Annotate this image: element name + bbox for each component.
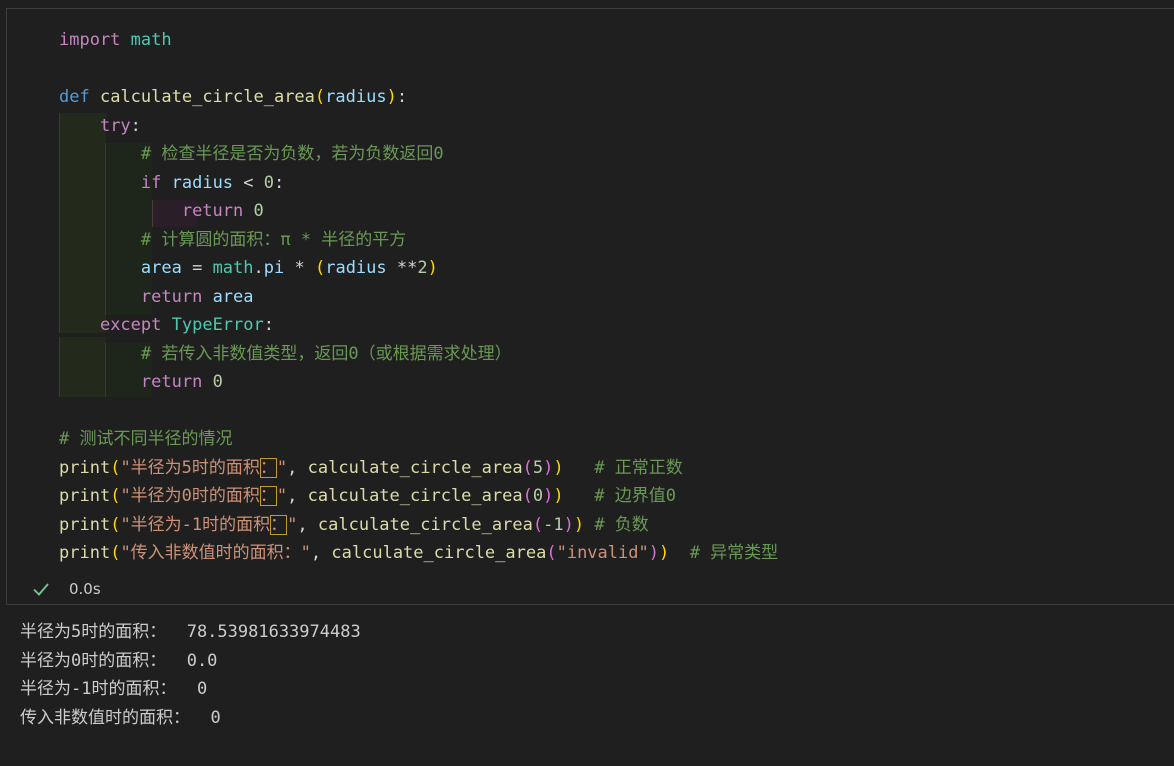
output-line: 半径为5时的面积： 78.53981633974483 [20, 622, 361, 642]
keyword: return [140, 372, 203, 392]
number: 0 [253, 201, 264, 221]
code-line[interactable]: area = math.pi * (radius **2) [59, 254, 438, 282]
parameter: radius [325, 87, 387, 107]
check-icon [33, 583, 49, 596]
variable: radius [325, 258, 387, 278]
function-name: calculate_circle_area [99, 87, 315, 107]
comment: # 负数 [594, 515, 649, 535]
function-name: calculate_circle_area [317, 515, 533, 535]
cell-output: 半径为5时的面积： 78.53981633974483 半径为0时的面积： 0.… [20, 618, 1160, 732]
comment: # 边界值0 [594, 486, 677, 506]
code-line[interactable]: return 0 [59, 368, 223, 396]
code-line[interactable]: import math [59, 26, 172, 54]
code-line[interactable]: # 计算圆的面积：π * 半径的平方 [59, 226, 406, 254]
keyword: def [59, 87, 90, 107]
string: "传入非数值时的面积：" [120, 543, 311, 563]
function-name: print [59, 458, 111, 478]
comment: # 正常正数 [594, 458, 683, 478]
keyword: return [140, 287, 203, 307]
function-name: calculate_circle_area [307, 458, 523, 478]
function-name: print [59, 515, 111, 535]
output-line: 半径为-1时的面积： 0 [20, 679, 208, 699]
code-line[interactable]: # 测试不同半径的情况 [59, 425, 232, 453]
comment: # 异常类型 [689, 543, 779, 563]
comment: # 测试不同半径的情况 [59, 429, 233, 449]
function-name: calculate_circle_area [307, 486, 523, 506]
string: "invalid" [556, 543, 649, 563]
variable: radius [171, 173, 234, 193]
cell-execution-status: 0.0s [31, 577, 101, 601]
code-line[interactable]: return 0 [59, 197, 264, 225]
string: "半径为-1时的面积 [120, 515, 271, 535]
highlighted-char: ： [259, 458, 277, 478]
code-line[interactable]: try: [59, 112, 141, 140]
number: -1 [543, 515, 564, 535]
keyword: except [99, 315, 162, 335]
string: "半径为5时的面积 [120, 458, 260, 478]
class-name: TypeError [171, 315, 264, 335]
execution-time: 0.0s [69, 580, 101, 598]
module-name: math [120, 30, 172, 50]
string: "半径为0时的面积 [120, 486, 260, 506]
code-line[interactable]: # 检查半径是否为负数，若为负数返回0 [59, 140, 444, 168]
code-line[interactable]: return area [59, 283, 254, 311]
code-line[interactable]: def calculate_circle_area(radius): [59, 83, 407, 111]
comment: # 若传入非数值类型，返回0（或根据需求处理） [140, 344, 512, 364]
number: 2 [417, 258, 428, 278]
function-name: print [59, 543, 111, 563]
code-line[interactable]: # 若传入非数值类型，返回0（或根据需求处理） [59, 340, 512, 368]
keyword: return [181, 201, 244, 221]
number: 0 [532, 486, 544, 506]
variable: area [212, 287, 254, 307]
comment: # 计算圆的面积：π * 半径的平方 [140, 230, 407, 250]
number: 0 [212, 372, 223, 392]
function-name: calculate_circle_area [331, 543, 547, 563]
code-line[interactable]: print("半径为0时的面积：", calculate_circle_area… [59, 482, 676, 510]
variable: area [140, 258, 182, 278]
code-line[interactable]: if radius < 0: [59, 169, 284, 197]
number: 5 [532, 458, 544, 478]
keyword: import [59, 30, 121, 50]
output-line: 传入非数值时的面积： 0 [20, 707, 221, 728]
output-line: 半径为0时的面积： 0.0 [20, 650, 218, 671]
code-line[interactable]: print("传入非数值时的面积：", calculate_circle_are… [59, 539, 778, 567]
highlighted-char: ： [259, 486, 277, 506]
notebook-code-cell[interactable]: import math def calculate_circle_area(ra… [6, 8, 1174, 605]
code-line[interactable]: except TypeError: [59, 311, 274, 339]
attribute: pi [263, 258, 285, 278]
highlighted-char: ： [270, 515, 288, 535]
code-line[interactable]: print("半径为5时的面积：", calculate_circle_area… [59, 454, 683, 482]
number: 0 [263, 173, 275, 193]
comment: # 检查半径是否为负数，若为负数返回0 [140, 144, 444, 164]
function-name: print [59, 486, 111, 506]
module-name: math [212, 258, 254, 278]
code-line[interactable]: print("半径为-1时的面积：", calculate_circle_are… [59, 511, 649, 539]
keyword: try [99, 116, 131, 136]
keyword: if [140, 173, 162, 193]
